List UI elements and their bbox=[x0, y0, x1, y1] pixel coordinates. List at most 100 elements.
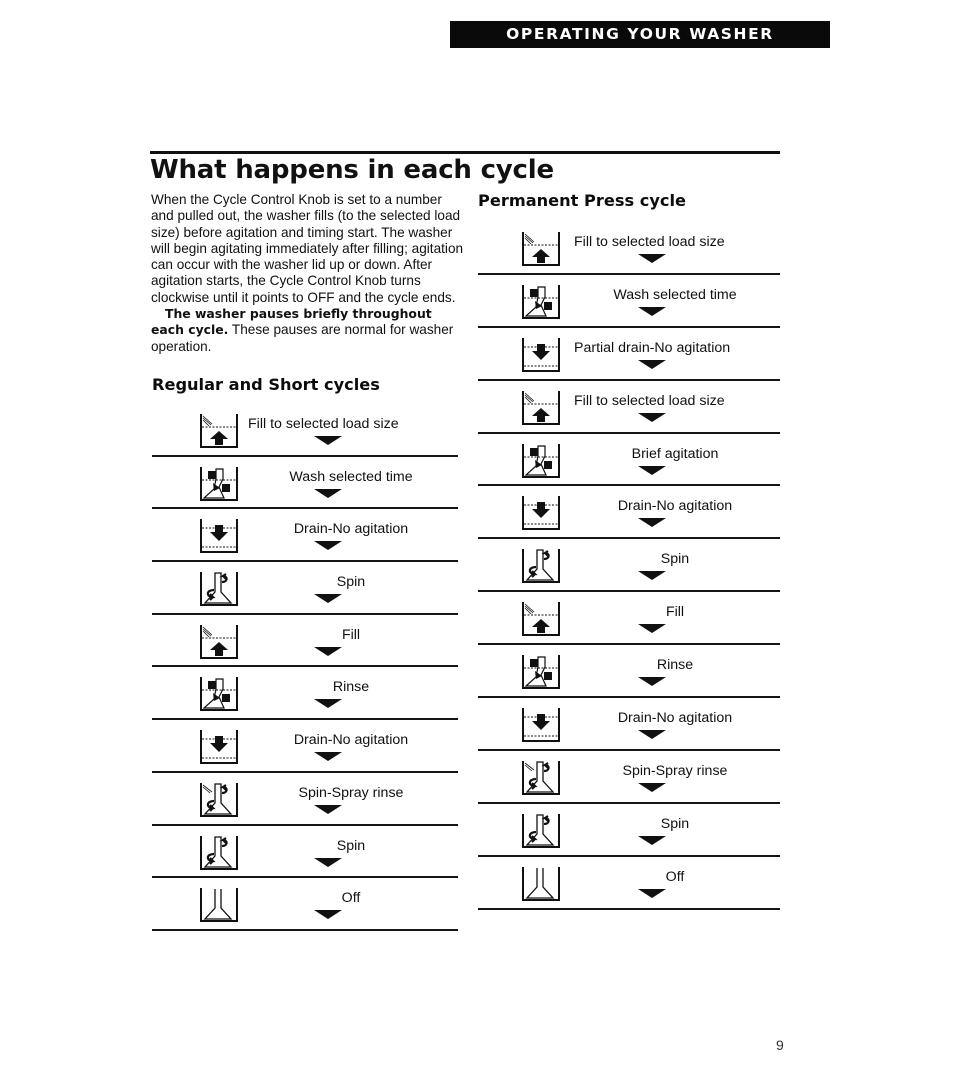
cycle-step: Fill to selected load size bbox=[478, 381, 780, 434]
title-rule bbox=[150, 151, 780, 154]
cycle-step: Spin-Spray rinse bbox=[152, 773, 458, 826]
step-label: Spin bbox=[336, 837, 366, 854]
step-label: Spin bbox=[660, 815, 690, 832]
step-label: Wash selected time bbox=[613, 286, 737, 303]
spin-spray-icon bbox=[522, 760, 560, 795]
cycle-step: Spin bbox=[478, 539, 780, 593]
down-arrow-icon bbox=[314, 594, 342, 604]
down-arrow-icon bbox=[638, 835, 666, 845]
cycle-step: Fill bbox=[152, 615, 458, 668]
drain-icon bbox=[200, 519, 238, 554]
step-label: Fill bbox=[665, 604, 685, 621]
spin-icon bbox=[200, 835, 238, 870]
down-arrow-icon bbox=[638, 571, 666, 581]
cycle-step: Wash selected time bbox=[478, 275, 780, 328]
down-arrow-icon bbox=[314, 699, 342, 709]
down-arrow-icon bbox=[638, 359, 666, 369]
cycle-step: Fill to selected load size bbox=[152, 404, 458, 457]
cycle-step: Rinse bbox=[152, 667, 458, 721]
regular-cycles-heading: Regular and Short cycles bbox=[152, 375, 380, 394]
permanent-press-steps: Fill to selected load size Wash selected … bbox=[478, 222, 780, 910]
fill-icon bbox=[200, 414, 238, 448]
down-arrow-icon bbox=[314, 488, 342, 498]
down-arrow-icon bbox=[314, 910, 342, 920]
down-arrow-icon bbox=[638, 254, 666, 263]
cycle-step: Partial drain-No agitation bbox=[478, 328, 780, 381]
spin-icon bbox=[200, 572, 238, 607]
drain-icon bbox=[522, 496, 560, 531]
wash-icon bbox=[522, 284, 560, 319]
section-banner: OPERATING YOUR WASHER bbox=[450, 21, 830, 48]
step-label: Drain-No agitation bbox=[617, 710, 733, 727]
step-label: Spin-Spray rinse bbox=[622, 762, 728, 779]
drain-icon bbox=[522, 708, 560, 743]
permanent-press-heading: Permanent Press cycle bbox=[478, 191, 687, 210]
cycle-step: Drain-No agitation bbox=[152, 509, 458, 563]
down-arrow-icon bbox=[638, 306, 666, 316]
down-arrow-icon bbox=[314, 804, 342, 814]
step-label: Fill to selected load size bbox=[248, 416, 399, 432]
down-arrow-icon bbox=[638, 412, 666, 422]
down-arrow-icon bbox=[314, 436, 342, 445]
intro-paragraph: When the Cycle Control Knob is set to a … bbox=[151, 192, 464, 305]
down-arrow-icon bbox=[314, 752, 342, 762]
cycle-step: Spin bbox=[152, 562, 458, 615]
step-label: Drain-No agitation bbox=[617, 498, 733, 515]
cycle-step: Off bbox=[478, 857, 780, 910]
fill-icon bbox=[522, 602, 560, 637]
step-label: Rinse bbox=[656, 657, 694, 674]
step-label: Off bbox=[341, 890, 361, 907]
step-label: Fill to selected load size bbox=[574, 392, 725, 409]
step-label: Wash selected time bbox=[289, 468, 413, 485]
down-arrow-icon bbox=[638, 730, 666, 740]
step-label: Off bbox=[665, 868, 685, 885]
page-title: What happens in each cycle bbox=[150, 155, 554, 185]
cycle-step: Brief agitation bbox=[478, 434, 780, 487]
wash-icon bbox=[522, 443, 560, 478]
cycle-step: Spin bbox=[152, 826, 458, 879]
wash-icon bbox=[200, 677, 238, 712]
down-arrow-icon bbox=[314, 541, 342, 551]
cycle-step: Wash selected time bbox=[152, 457, 458, 510]
down-arrow-icon bbox=[314, 857, 342, 867]
fill-icon bbox=[522, 390, 560, 425]
spin-icon bbox=[522, 813, 560, 848]
off-icon bbox=[200, 888, 238, 923]
down-arrow-icon bbox=[638, 782, 666, 792]
cycle-step: Drain-No agitation bbox=[152, 720, 458, 773]
step-label: Fill to selected load size bbox=[574, 234, 725, 250]
down-arrow-icon bbox=[638, 624, 666, 634]
cycle-step: Drain-No agitation bbox=[478, 698, 780, 751]
drain-icon bbox=[200, 730, 238, 765]
spin-icon bbox=[522, 549, 560, 584]
wash-icon bbox=[200, 466, 238, 501]
step-label: Partial drain-No agitation bbox=[574, 339, 731, 356]
step-label: Drain-No agitation bbox=[293, 732, 409, 749]
cycle-step: Spin bbox=[478, 804, 780, 857]
pause-note: The washer pauses briefly throughout eac… bbox=[151, 306, 466, 355]
step-label: Brief agitation bbox=[631, 445, 719, 462]
fill-icon bbox=[200, 624, 238, 659]
fill-icon bbox=[522, 232, 560, 266]
step-label: Spin bbox=[660, 551, 690, 568]
spin-spray-icon bbox=[200, 782, 238, 817]
step-label: Spin-Spray rinse bbox=[298, 784, 404, 801]
cycle-step: Spin-Spray rinse bbox=[478, 751, 780, 804]
down-arrow-icon bbox=[638, 465, 666, 475]
down-arrow-icon bbox=[638, 518, 666, 528]
down-arrow-icon bbox=[314, 646, 342, 656]
down-arrow-icon bbox=[638, 888, 666, 898]
down-arrow-icon bbox=[638, 677, 666, 687]
wash-icon bbox=[522, 655, 560, 690]
drain-icon bbox=[522, 337, 560, 372]
page-number: 9 bbox=[776, 1037, 784, 1053]
cycle-step: Off bbox=[152, 878, 458, 931]
step-label: Fill bbox=[341, 626, 361, 643]
step-label: Rinse bbox=[332, 679, 370, 696]
step-label: Spin bbox=[336, 574, 366, 591]
step-label: Drain-No agitation bbox=[293, 521, 409, 538]
cycle-step: Drain-No agitation bbox=[478, 486, 780, 540]
regular-cycle-steps: Fill to selected load size Wash selected … bbox=[152, 404, 458, 931]
cycle-step: Fill to selected load size bbox=[478, 222, 780, 275]
off-icon bbox=[522, 866, 560, 901]
